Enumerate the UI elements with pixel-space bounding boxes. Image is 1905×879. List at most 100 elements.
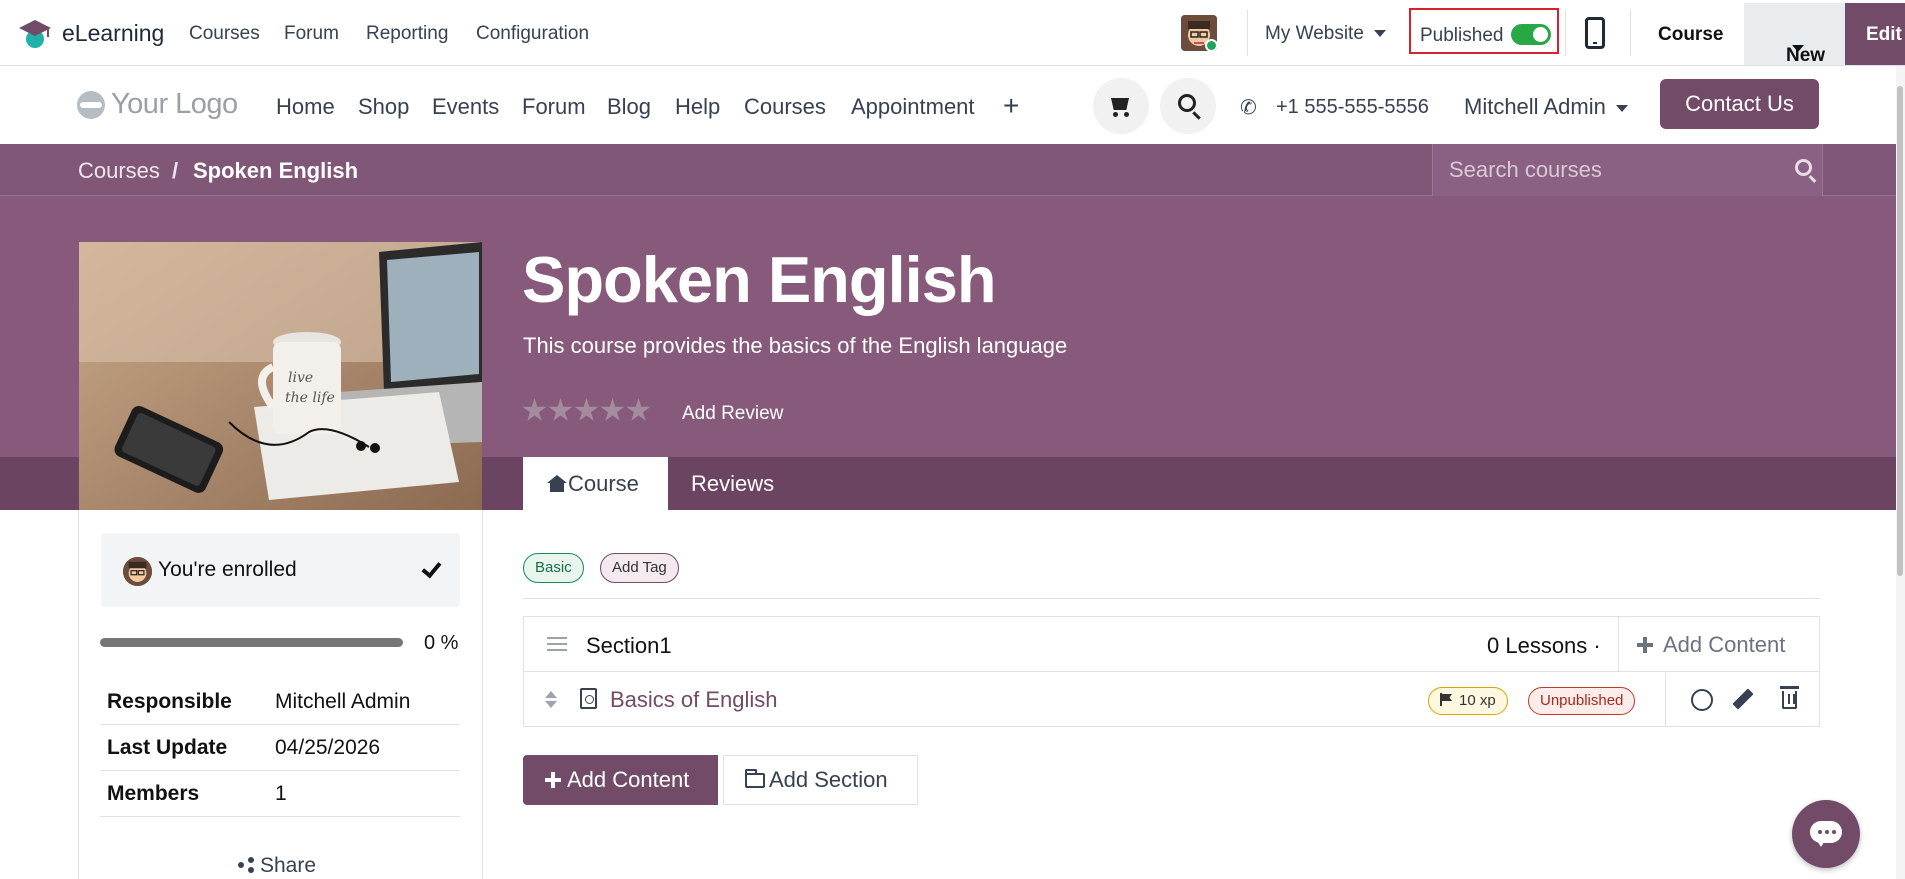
nav-home[interactable]: Home <box>276 94 335 120</box>
star-icon <box>600 398 625 421</box>
trash-icon[interactable] <box>1780 686 1799 709</box>
svg-text:live: live <box>288 370 313 386</box>
published-label[interactable]: Published <box>1420 25 1503 47</box>
phone-number[interactable]: +1 555-555-5556 <box>1276 96 1429 119</box>
website-selector[interactable]: My Website <box>1265 23 1386 45</box>
search-icon <box>1178 94 1196 112</box>
info-key: Last Update <box>107 736 228 759</box>
course-smart-button[interactable]: Course <box>1658 24 1723 46</box>
tab-reviews[interactable]: Reviews <box>691 457 774 510</box>
rating-stars <box>522 398 652 428</box>
add-tag-button[interactable]: Add Tag <box>600 553 679 583</box>
nav-blog[interactable]: Blog <box>607 94 651 120</box>
divider <box>1565 10 1566 56</box>
nav-help[interactable]: Help <box>675 94 720 120</box>
admin-topbar: eLearning Courses Forum Reporting Config… <box>0 0 1905 66</box>
progress-percent: 0 % <box>424 632 459 654</box>
drag-handle-icon[interactable] <box>547 637 567 651</box>
info-value: 04/25/2026 <box>275 736 381 759</box>
elearning-graduation-cap-icon[interactable] <box>18 18 52 50</box>
contact-us-button[interactable]: Contact Us <box>1660 79 1819 129</box>
nav-forum[interactable]: Forum <box>522 94 586 120</box>
course-description: This course provides the basics of the E… <box>523 333 1068 358</box>
pencil-icon[interactable] <box>1732 688 1754 710</box>
share-link[interactable]: Share <box>238 854 316 878</box>
section-add-content-button[interactable]: Add Content <box>1618 617 1820 672</box>
nav-events[interactable]: Events <box>432 94 499 120</box>
preview-toggle-icon[interactable] <box>1691 689 1713 711</box>
nav-shop[interactable]: Shop <box>358 94 409 120</box>
add-content-button[interactable]: Add Content <box>523 755 718 805</box>
star-icon <box>522 398 547 421</box>
folder-icon <box>745 769 765 788</box>
published-toggle[interactable] <box>1511 24 1551 45</box>
cart-button[interactable] <box>1093 78 1149 134</box>
nav-appointment[interactable]: Appointment <box>851 94 975 120</box>
livechat-button[interactable] <box>1792 800 1860 868</box>
add-review-link[interactable]: Add Review <box>682 403 783 425</box>
course-section: Section1 0 Lessons · Add Content Basics … <box>523 616 1820 727</box>
menu-forum[interactable]: Forum <box>284 23 339 45</box>
site-search-button[interactable] <box>1160 78 1216 134</box>
breadcrumb-current: Spoken English <box>193 158 359 183</box>
avatar <box>123 557 152 586</box>
user-avatar[interactable] <box>1181 15 1217 51</box>
info-key: Members <box>107 782 200 805</box>
course-photo: live the life <box>79 242 482 510</box>
home-icon <box>547 475 567 492</box>
menu-configuration[interactable]: Configuration <box>476 23 589 45</box>
new-button[interactable]: New <box>1744 3 1845 66</box>
pdf-file-icon <box>580 688 597 709</box>
edit-button[interactable]: Edit <box>1845 3 1905 65</box>
divider <box>1630 10 1631 56</box>
star-icon <box>626 398 651 421</box>
scrollbar-thumb[interactable] <box>1897 86 1903 576</box>
sort-handle-icon[interactable] <box>545 691 557 709</box>
star-icon <box>574 398 599 421</box>
breadcrumb-separator: / <box>172 158 179 183</box>
caret-down-icon <box>1615 104 1628 112</box>
app-name[interactable]: eLearning <box>62 20 164 47</box>
enrolled-status-card: You're enrolled <box>101 533 460 607</box>
breadcrumb-courses[interactable]: Courses <box>78 158 160 184</box>
check-icon <box>421 559 441 579</box>
lesson-name[interactable]: Basics of English <box>610 687 778 713</box>
info-row-responsible: Responsible Mitchell Admin <box>100 679 460 725</box>
divider <box>1247 10 1248 56</box>
caret-down-icon <box>1373 30 1386 38</box>
search-courses-input[interactable] <box>1449 156 1779 184</box>
course-search-box <box>1432 144 1823 196</box>
tag-basic[interactable]: Basic <box>523 553 584 583</box>
search-icon[interactable] <box>1795 159 1812 176</box>
add-section-button[interactable]: Add Section <box>723 755 918 805</box>
share-icon <box>238 857 254 873</box>
tab-course[interactable]: Course <box>523 457 668 510</box>
unpublished-badge[interactable]: Unpublished <box>1528 687 1636 715</box>
avatar-face-icon <box>123 557 152 586</box>
phone-icon: ✆ <box>1240 97 1257 119</box>
cart-wheel <box>1124 112 1129 117</box>
enrolled-label: You're enrolled <box>158 558 297 581</box>
info-row-members: Members 1 <box>100 771 460 817</box>
divider <box>523 598 1820 599</box>
page-scrollbar[interactable] <box>1896 66 1905 879</box>
tab-course-label: Course <box>568 471 639 496</box>
menu-courses[interactable]: Courses <box>189 23 260 45</box>
cart-icon <box>1111 98 1129 110</box>
add-menu-plus-icon[interactable]: + <box>1003 90 1019 122</box>
course-cover-image: live the life <box>79 242 482 510</box>
toggle-knob <box>1533 27 1548 42</box>
chat-dots <box>1818 830 1822 834</box>
site-logo-text[interactable]: Your Logo <box>111 88 238 121</box>
info-value: Mitchell Admin <box>275 690 411 713</box>
nav-courses[interactable]: Courses <box>744 94 826 120</box>
cart-wheel <box>1113 112 1118 117</box>
lessons-count: 0 Lessons · <box>1487 633 1601 658</box>
section-name[interactable]: Section1 <box>586 633 672 659</box>
flag-icon <box>1440 693 1453 706</box>
mobile-preview-icon[interactable] <box>1585 17 1605 49</box>
your-logo-icon[interactable] <box>77 91 105 119</box>
user-menu[interactable]: Mitchell Admin <box>1464 94 1628 120</box>
menu-reporting[interactable]: Reporting <box>366 23 448 45</box>
svg-text:the life: the life <box>285 390 335 406</box>
